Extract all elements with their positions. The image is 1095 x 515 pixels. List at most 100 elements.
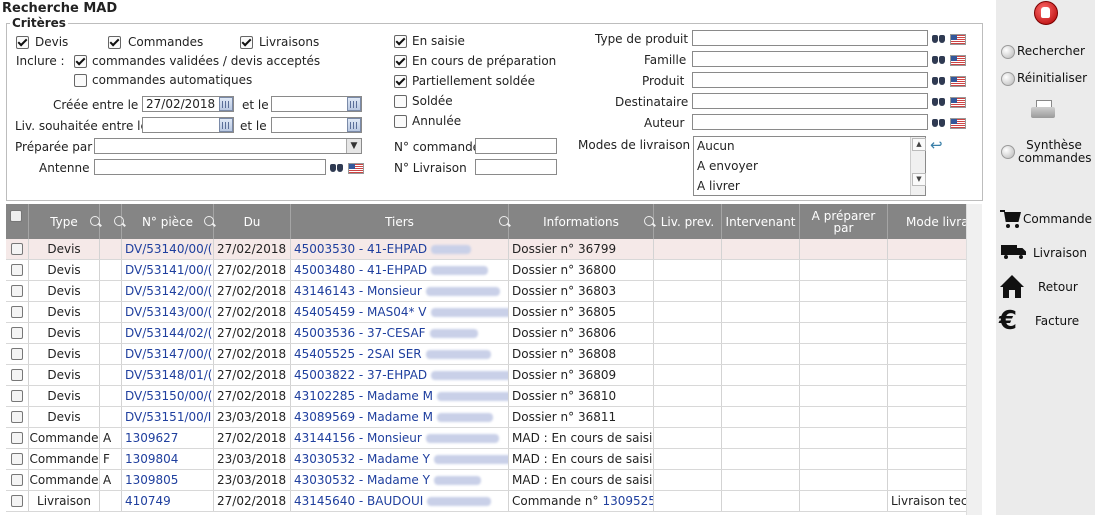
num-commande-input[interactable]: [475, 138, 557, 154]
commandes-checkbox[interactable]: [108, 36, 121, 49]
tiers-text[interactable]: 43030532 - Madame Y: [294, 452, 430, 466]
piece-text[interactable]: DV/53144/02/(: [125, 326, 213, 340]
header-intervenant[interactable]: Intervenant: [722, 204, 800, 239]
scroll-down-icon[interactable]: ▼: [912, 173, 926, 186]
tiers-text[interactable]: 45405459 - MAS04* V: [294, 305, 427, 319]
header-piece[interactable]: N° pièce: [122, 204, 214, 239]
famille-input[interactable]: [692, 51, 928, 67]
tiers-text[interactable]: 43145640 - BAUDOUI: [294, 494, 423, 508]
binoculars-icon[interactable]: [932, 54, 946, 65]
binoculars-icon[interactable]: [932, 75, 946, 86]
devis-checkbox[interactable]: [16, 36, 29, 49]
piece-text[interactable]: DV/53142/00/(: [125, 284, 213, 298]
row-checkbox[interactable]: [11, 348, 23, 360]
table-row[interactable]: Commande A 1309805 23/03/2018 43030532 - Mad…: [6, 470, 966, 491]
stop-icon[interactable]: [1034, 1, 1058, 25]
flag-icon[interactable]: [950, 76, 966, 87]
home-icon[interactable]: [1000, 275, 1024, 298]
header-du[interactable]: Du: [214, 204, 291, 239]
binoculars-icon[interactable]: [932, 96, 946, 107]
row-checkbox[interactable]: [11, 306, 23, 318]
select-all-checkbox[interactable]: [10, 210, 22, 222]
tiers-text[interactable]: 45405525 - 2SAI SER: [294, 347, 422, 361]
table-row[interactable]: Devis DV/53147/00/(27/02/2018 45405525 - 2…: [6, 344, 966, 365]
table-row[interactable]: Devis DV/53151/00/I 23/03/2018 43089569 - M…: [6, 407, 966, 428]
tiers-text[interactable]: 45003480 - 41-EHPAD: [294, 263, 427, 277]
truck-icon[interactable]: [1001, 244, 1027, 260]
table-row[interactable]: Devis DV/53143/00/(27/02/2018 45405459 - M…: [6, 302, 966, 323]
row-checkbox[interactable]: [11, 285, 23, 297]
list-item[interactable]: A livrer: [697, 177, 740, 195]
antenne-input[interactable]: [94, 159, 326, 175]
table-row[interactable]: Devis DV/53150/00/(27/02/2018 43102285 - M…: [6, 386, 966, 407]
table-row[interactable]: Devis DV/53142/00/(27/02/2018 43146143 - M…: [6, 281, 966, 302]
grid-scrollbar[interactable]: [966, 204, 982, 515]
row-checkbox[interactable]: [11, 243, 23, 255]
search-icon[interactable]: [644, 216, 654, 226]
row-checkbox[interactable]: [11, 369, 23, 381]
row-checkbox[interactable]: [11, 432, 23, 444]
reinitialiser-icon[interactable]: [1001, 72, 1015, 86]
binoculars-icon[interactable]: [330, 162, 344, 173]
partiellement-soldee-checkbox[interactable]: [394, 75, 407, 88]
piece-text[interactable]: DV/53148/01/(: [125, 368, 213, 382]
search-icon[interactable]: [90, 216, 100, 226]
modes-livraison-listbox[interactable]: Aucun A envoyer A livrer ▲ ▼: [693, 136, 926, 196]
header-informations[interactable]: Informations: [509, 204, 654, 239]
header-mode-livraison[interactable]: Mode livra: [888, 204, 966, 239]
piece-text[interactable]: 1309627: [125, 431, 178, 445]
header-select-all[interactable]: [6, 204, 29, 239]
produit-input[interactable]: [692, 72, 928, 88]
table-row[interactable]: Devis DV/53140/00/(27/02/2018 45003530 - 4…: [6, 239, 966, 260]
table-row[interactable]: Commande A 1309627 27/02/2018 43144156 - Mon…: [6, 428, 966, 449]
piece-text[interactable]: DV/53143/00/(: [125, 305, 213, 319]
list-item[interactable]: A envoyer: [697, 157, 758, 175]
flag-icon[interactable]: [348, 163, 364, 174]
scroll-up-icon[interactable]: ▲: [912, 138, 926, 151]
printer-icon[interactable]: [1031, 100, 1055, 122]
piece-text[interactable]: DV/53140/00/(: [125, 242, 213, 256]
undo-arrow-icon[interactable]: ↩: [930, 136, 943, 154]
livraison-button[interactable]: Livraison: [1033, 246, 1087, 260]
header-liv-prev[interactable]: Liv. prev.: [654, 204, 722, 239]
type-produit-input[interactable]: [692, 30, 928, 46]
piece-text[interactable]: 1309805: [125, 473, 178, 487]
soldee-checkbox[interactable]: [394, 95, 407, 108]
piece-text[interactable]: DV/53151/00/I: [125, 410, 211, 424]
header-tiers[interactable]: Tiers: [291, 204, 509, 239]
header-a-preparer[interactable]: A préparer par: [800, 204, 888, 239]
search-icon[interactable]: [499, 216, 509, 226]
reinitialiser-button[interactable]: Réinitialiser: [1017, 71, 1087, 85]
auteur-input[interactable]: [692, 114, 928, 130]
commandes-automatiques-checkbox[interactable]: [74, 74, 87, 87]
row-checkbox[interactable]: [11, 264, 23, 276]
commandes-validees-checkbox[interactable]: [74, 55, 87, 68]
tiers-text[interactable]: 45003536 - 37-CESAF: [294, 326, 426, 340]
search-icon[interactable]: [204, 216, 214, 226]
tiers-text[interactable]: 43146143 - Monsieur: [294, 284, 422, 298]
tiers-text[interactable]: 45003822 - 37-EHPAD: [294, 368, 427, 382]
synthese-icon[interactable]: [1001, 145, 1015, 159]
commande-button[interactable]: Commande: [1023, 212, 1092, 226]
synthese-commandes-button[interactable]: Synthèse commandes: [1018, 139, 1092, 165]
en-preparation-checkbox[interactable]: [394, 55, 407, 68]
annulee-checkbox[interactable]: [394, 115, 407, 128]
table-row[interactable]: Devis DV/53141/00/(27/02/2018 45003480 - 4…: [6, 260, 966, 281]
row-checkbox[interactable]: [11, 411, 23, 423]
row-checkbox[interactable]: [11, 474, 23, 486]
table-row[interactable]: Devis DV/53148/01/(27/02/2018 45003822 - 3…: [6, 365, 966, 386]
piece-text[interactable]: 1309804: [125, 452, 178, 466]
table-row[interactable]: Commande F 1309804 23/03/2018 43030532 - Mad…: [6, 449, 966, 470]
row-checkbox[interactable]: [11, 495, 23, 507]
tiers-text[interactable]: 43102285 - Madame M: [294, 389, 433, 403]
flag-icon[interactable]: [950, 118, 966, 129]
calendar-icon[interactable]: [347, 97, 361, 111]
tiers-text[interactable]: 43030532 - Madame Y: [294, 473, 430, 487]
table-row[interactable]: Livraison 410749 27/02/2018 43145640 - BAUD…: [6, 491, 966, 512]
flag-icon[interactable]: [950, 55, 966, 66]
piece-text[interactable]: 410749: [125, 494, 171, 508]
livraisons-checkbox[interactable]: [240, 36, 253, 49]
preparee-par-select[interactable]: ▼: [94, 138, 362, 154]
row-checkbox[interactable]: [11, 327, 23, 339]
tiers-text[interactable]: 45003530 - 41-EHPAD: [294, 242, 427, 256]
